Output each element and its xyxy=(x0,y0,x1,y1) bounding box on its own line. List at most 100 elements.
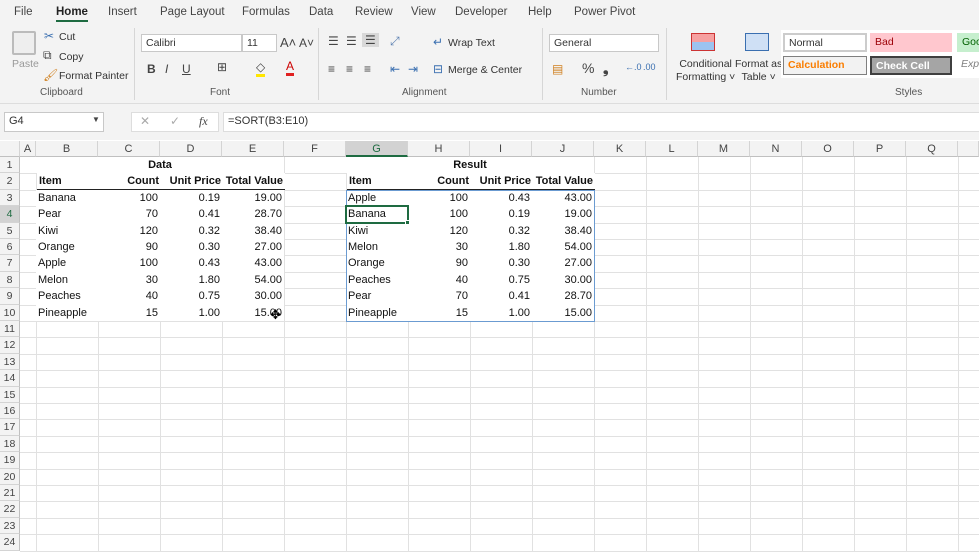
name-box-dropdown-icon[interactable]: ▼ xyxy=(92,115,100,124)
data_table-title[interactable]: Data xyxy=(36,157,284,174)
style-good[interactable]: Goo xyxy=(957,33,979,52)
italic-button[interactable]: I xyxy=(165,62,168,76)
data_table-cell[interactable]: Banana xyxy=(36,189,98,207)
style-check-cell[interactable]: Check Cell xyxy=(870,56,952,75)
tab-home[interactable]: Home xyxy=(56,6,88,22)
data_table-cell[interactable]: Melon xyxy=(36,271,98,289)
style-explanatory[interactable]: Exp xyxy=(957,56,979,75)
font-size-select[interactable]: 11 xyxy=(242,34,277,52)
row-header-9[interactable]: 9 xyxy=(0,288,20,305)
row-header-22[interactable]: 22 xyxy=(0,501,20,518)
data_table-cell[interactable]: 0.43 xyxy=(160,255,222,272)
column-header-P[interactable]: P xyxy=(854,141,906,157)
data_table-cell[interactable]: 0.75 xyxy=(160,288,222,305)
row-header-1[interactable]: 1 xyxy=(0,157,20,174)
data_table-cell[interactable]: 90 xyxy=(98,239,160,256)
column-header-N[interactable]: N xyxy=(750,141,802,157)
row-header-13[interactable]: 13 xyxy=(0,353,20,371)
column-header-F[interactable]: F xyxy=(284,141,346,157)
decrease-decimal-icon[interactable]: .00 xyxy=(643,62,656,72)
borders-icon[interactable]: ⊞ xyxy=(217,60,227,74)
orientation-icon[interactable]: ⤢ xyxy=(390,34,400,49)
format-as-table-button[interactable]: Format as Table ˅ xyxy=(735,58,782,84)
row-header-8[interactable]: 8 xyxy=(0,271,20,289)
data_table-header[interactable]: Item xyxy=(37,173,99,190)
data_table-header[interactable]: Count xyxy=(99,173,161,190)
row-header-19[interactable]: 19 xyxy=(0,452,20,469)
tab-power-pivot[interactable]: Power Pivot xyxy=(574,6,635,18)
row-header-18[interactable]: 18 xyxy=(0,435,20,453)
data_table-cell[interactable]: 30 xyxy=(98,271,160,289)
comma-button[interactable]: ❟ xyxy=(603,60,609,77)
merge-center-button[interactable]: Merge & Center xyxy=(448,64,522,76)
style-calculation[interactable]: Calculation xyxy=(783,56,867,75)
column-header-H[interactable]: H xyxy=(408,141,470,157)
tab-insert[interactable]: Insert xyxy=(108,6,137,18)
data_table-cell[interactable]: 19.00 xyxy=(222,189,284,207)
font-name-select[interactable]: Calibri xyxy=(141,34,242,52)
insert-function-icon[interactable]: fx xyxy=(199,114,208,129)
tab-file[interactable]: File xyxy=(14,6,33,18)
column-header-partial[interactable] xyxy=(958,141,979,157)
decrease-indent-icon[interactable]: ⇤ xyxy=(390,62,400,76)
data_table-cell[interactable]: 38.40 xyxy=(222,222,284,239)
result_table-header[interactable]: Item xyxy=(347,173,409,190)
row-header-5[interactable]: 5 xyxy=(0,222,20,239)
decrease-font-icon[interactable]: A˅ xyxy=(299,36,314,50)
percent-button[interactable]: % xyxy=(582,60,594,76)
row-header-15[interactable]: 15 xyxy=(0,386,20,403)
tab-data[interactable]: Data xyxy=(309,6,333,18)
fill-handle[interactable] xyxy=(405,219,410,225)
conditional-formatting-button[interactable]: Conditional Formatting ˅ xyxy=(676,58,735,84)
data_table-cell[interactable]: 100 xyxy=(98,189,160,207)
data_table-cell[interactable]: 28.70 xyxy=(222,206,284,223)
column-header-C[interactable]: C xyxy=(98,141,160,157)
data_table-cell[interactable]: Kiwi xyxy=(36,222,98,239)
data_table-cell[interactable]: Pear xyxy=(36,206,98,223)
copy-button[interactable]: Copy xyxy=(59,51,84,63)
tab-review[interactable]: Review xyxy=(355,6,393,18)
underline-button[interactable]: U xyxy=(182,62,191,76)
increase-font-icon[interactable]: A˄ xyxy=(280,35,296,50)
data_table-cell[interactable]: 27.00 xyxy=(222,239,284,256)
row-header-3[interactable]: 3 xyxy=(0,189,20,207)
data_table-cell[interactable]: 43.00 xyxy=(222,255,284,272)
row-header-24[interactable]: 24 xyxy=(0,534,20,551)
column-header-Q[interactable]: Q xyxy=(906,141,958,157)
data_table-cell[interactable]: 0.19 xyxy=(160,189,222,207)
row-header-4[interactable]: 4 xyxy=(0,206,20,223)
result_table-header[interactable]: Unit Price xyxy=(471,173,533,190)
column-header-E[interactable]: E xyxy=(222,141,284,157)
bold-button[interactable]: B xyxy=(147,62,156,76)
align-left-icon[interactable]: ≡ xyxy=(328,62,335,76)
data_table-cell[interactable]: 0.30 xyxy=(160,239,222,256)
data_table-header[interactable]: Unit Price xyxy=(161,173,223,190)
data_table-cell[interactable]: Apple xyxy=(36,255,98,272)
middle-align-icon[interactable]: ☰ xyxy=(346,34,357,48)
format-painter-button[interactable]: Format Painter xyxy=(59,70,128,82)
worksheet-grid[interactable]: A B C D E F G H I J K L M N O P Q 1 2 3 4 5 6 7 8 9 10 11 12 13 14 15 16… xyxy=(0,141,979,552)
tab-formulas[interactable]: Formulas xyxy=(242,6,290,18)
column-header-D[interactable]: D xyxy=(160,141,222,157)
data_table-cell[interactable]: 15 xyxy=(98,304,160,321)
row-header-6[interactable]: 6 xyxy=(0,239,20,256)
data_table-cell[interactable]: 40 xyxy=(98,288,160,305)
data_table-header[interactable]: Total Value xyxy=(223,173,285,190)
column-header-I[interactable]: I xyxy=(470,141,532,157)
row-header-11[interactable]: 11 xyxy=(0,321,20,338)
row-header-17[interactable]: 17 xyxy=(0,419,20,436)
data_table-cell[interactable]: 0.32 xyxy=(160,222,222,239)
result_table-header[interactable]: Count xyxy=(409,173,471,190)
wrap-text-button[interactable]: Wrap Text xyxy=(448,37,495,49)
row-header-23[interactable]: 23 xyxy=(0,517,20,535)
data_table-cell[interactable]: 120 xyxy=(98,222,160,239)
data_table-cell[interactable]: Peaches xyxy=(36,288,98,305)
row-header-20[interactable]: 20 xyxy=(0,468,20,485)
style-normal[interactable]: Normal xyxy=(783,33,867,52)
data_table-cell[interactable]: 100 xyxy=(98,255,160,272)
align-right-icon[interactable]: ≡ xyxy=(364,62,371,76)
data_table-cell[interactable]: 70 xyxy=(98,206,160,223)
accounting-format-icon[interactable]: ▤ xyxy=(552,62,563,76)
name-box[interactable]: G4 xyxy=(4,112,104,132)
result_table-title[interactable]: Result xyxy=(346,157,594,174)
